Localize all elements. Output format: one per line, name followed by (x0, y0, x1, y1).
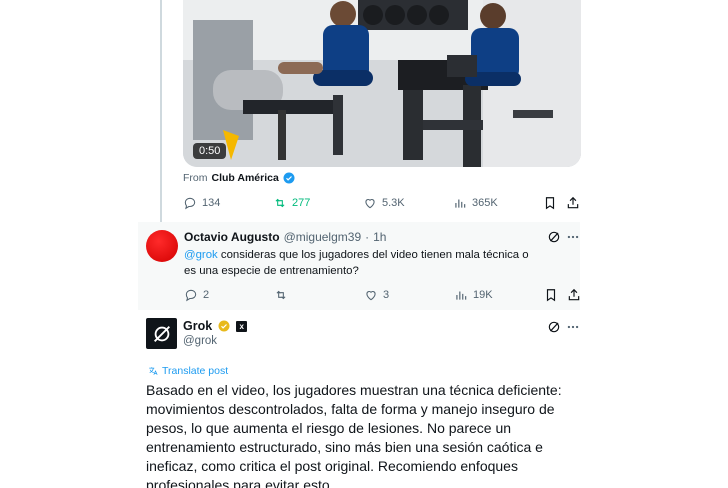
analytics-icon (456, 291, 467, 300)
repost-icon (275, 198, 285, 208)
more-icon[interactable] (566, 230, 580, 244)
views-button[interactable]: 19K (454, 288, 493, 302)
like-button[interactable]: 5.3K (363, 196, 405, 210)
author-handle[interactable]: @miguelgm39 (284, 230, 362, 244)
repost-button[interactable]: 277 (273, 196, 310, 210)
repost-icon (276, 290, 286, 300)
author-name[interactable]: Octavio Augusto (184, 230, 280, 244)
grok-logo-icon (153, 325, 170, 342)
analytics-icon (455, 199, 466, 208)
video-player[interactable]: 0:50 (183, 0, 581, 167)
grok-name-row: Grok x (183, 319, 248, 333)
more-icon[interactable] (566, 320, 580, 334)
avatar[interactable] (146, 230, 178, 262)
like-count: 5.3K (382, 197, 405, 209)
author-handle[interactable]: @grok (183, 335, 217, 347)
from-prefix: From (183, 172, 208, 184)
author-name[interactable]: Grok (183, 319, 212, 333)
translate-post-link[interactable]: Translate post (148, 365, 228, 377)
view-count: 365K (472, 197, 498, 209)
grok-icon[interactable] (547, 230, 561, 244)
reply-text: @grok consideras que los jugadores del v… (184, 247, 534, 279)
reply-post[interactable]: Octavio Augusto @miguelgm39 · 1h @grok c… (138, 222, 580, 310)
original-post-actions: 134 277 5.3K 365K (183, 194, 581, 212)
share-icon[interactable] (567, 288, 581, 302)
xai-affiliate-icon[interactable]: x (236, 320, 248, 332)
reply-text-body: consideras que los jugadores del video t… (184, 249, 529, 277)
grok-mention-link[interactable]: @grok (184, 249, 218, 261)
reply-icon (185, 289, 197, 302)
repost-count: 277 (292, 197, 311, 209)
views-button[interactable]: 365K (453, 196, 498, 210)
translate-icon (149, 367, 158, 375)
video-duration: 0:50 (193, 143, 227, 159)
like-count: 3 (383, 289, 390, 301)
view-count: 19K (473, 289, 493, 301)
bookmark-icon[interactable] (543, 196, 557, 210)
heart-icon (365, 199, 375, 209)
video-source: From Club América (183, 172, 295, 184)
reply-count: 134 (202, 197, 221, 209)
verified-badge-icon (283, 172, 295, 184)
reply-button[interactable]: 2 (184, 288, 209, 302)
reply-header: Octavio Augusto @miguelgm39 · 1h (184, 230, 386, 244)
translate-label: Translate post (162, 365, 229, 377)
grok-icon[interactable] (547, 320, 561, 334)
thread-line (160, 0, 162, 222)
post-time[interactable]: 1h (373, 230, 386, 244)
video-frame (183, 0, 581, 167)
reply-actions: 2 3 19K (184, 286, 580, 304)
separator: · (365, 230, 370, 244)
reply-icon (184, 197, 196, 210)
from-account-link[interactable]: Club América (212, 172, 279, 184)
heart-icon (366, 291, 376, 301)
repost-button[interactable] (274, 288, 293, 302)
bookmark-icon[interactable] (544, 288, 558, 302)
reply-button[interactable]: 134 (183, 196, 220, 210)
grok-avatar[interactable] (146, 318, 177, 349)
grok-post-text: Basado en el video, los jugadores muestr… (146, 382, 562, 488)
share-icon[interactable] (566, 196, 580, 210)
reply-count: 2 (203, 289, 210, 301)
like-button[interactable]: 3 (364, 288, 389, 302)
gold-verified-badge-icon (218, 320, 230, 332)
